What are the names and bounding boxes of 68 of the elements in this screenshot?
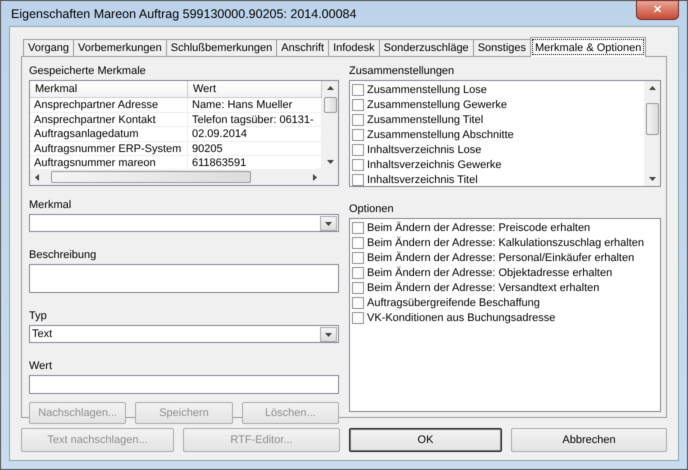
tab[interactable]: Vorgang <box>23 39 74 57</box>
input-field[interactable] <box>29 375 339 394</box>
dialog-button[interactable]: OK <box>349 428 502 452</box>
checkbox[interactable] <box>352 174 364 186</box>
checkbox[interactable] <box>352 114 364 126</box>
dropdown-arrow-icon[interactable] <box>648 175 656 182</box>
section-label: Optionen <box>349 202 395 217</box>
checkbox[interactable] <box>352 252 364 264</box>
checkbox-option[interactable]: Beim Ändern der Adresse: Personal/Einkäufer erhalten <box>352 250 658 265</box>
checkbox-option[interactable]: Zusammenstellung Gewerke <box>352 97 642 112</box>
column-header[interactable]: Wert <box>188 81 322 98</box>
dropdown-arrow-icon[interactable] <box>325 220 332 226</box>
table-cell: 02.09.2014 <box>188 127 322 142</box>
checkbox-option[interactable]: Zusammenstellung Lose <box>352 82 642 97</box>
dialog-button[interactable]: Abbrechen <box>511 428 667 452</box>
checkbox-option[interactable]: Inhaltsverzeichnis Lose <box>352 142 642 157</box>
checkbox-option[interactable]: VK-Konditionen aus Buchungsadresse <box>352 310 658 325</box>
dropdown-arrow-icon[interactable] <box>325 330 332 338</box>
table-cell: 90205 <box>188 142 322 156</box>
field-label: Merkmal <box>29 198 72 213</box>
scroll-thumb[interactable] <box>51 171 251 183</box>
field-label: Beschreibung <box>29 248 98 263</box>
checkbox-option[interactable]: Zusammenstellung Abschnitte <box>352 127 642 142</box>
checkbox-option[interactable]: Inhaltsverzeichnis Gewerke <box>352 157 642 172</box>
checkbox[interactable] <box>352 266 364 278</box>
column-header[interactable]: Merkmal <box>30 81 188 98</box>
scroll-up-icon[interactable] <box>326 85 334 92</box>
field-label: Wert <box>29 359 54 374</box>
field-label: Typ <box>29 309 48 324</box>
checkbox-option[interactable]: Beim Ändern der Adresse: Objektadresse erhalten <box>352 265 658 280</box>
checkbox[interactable] <box>352 312 364 324</box>
table-cell: Auftragsanlagedatum <box>30 127 188 142</box>
checkbox[interactable] <box>352 222 364 234</box>
dropdown-arrow-icon[interactable] <box>326 158 334 165</box>
checkbox[interactable] <box>352 282 364 294</box>
section-label: Zusammenstellungen <box>349 64 456 79</box>
table-cell: Name: Hans Mueller <box>188 98 322 112</box>
table-cell: Ansprechpartner Adresse <box>30 98 188 112</box>
table-cell: Auftragsnummer ERP-System <box>30 142 188 156</box>
vertical-scrollbar[interactable] <box>644 81 660 186</box>
scroll-thumb[interactable] <box>646 102 658 134</box>
section-label: Gespeicherte Merkmale <box>29 64 147 79</box>
scroll-right-icon[interactable] <box>311 174 318 180</box>
checkbox-option[interactable]: Beim Ändern der Adresse: Preiscode erhalten <box>352 220 658 235</box>
checkbox[interactable] <box>352 98 364 110</box>
table-cell: Ansprechpartner Kontakt <box>30 112 188 127</box>
checkbox[interactable] <box>352 158 364 170</box>
dropdown[interactable] <box>29 214 339 232</box>
checkbox-option[interactable]: Auftragsübergreifende Beschaffung <box>352 295 658 310</box>
checkbox-option[interactable]: Beim Ändern der Adresse: Versandtext erhalten <box>352 280 658 295</box>
horizontal-scrollbar[interactable] <box>30 169 322 185</box>
table-cell: Telefon tagsüber: 06131- <box>188 112 322 127</box>
scroll-up-icon[interactable] <box>648 85 656 92</box>
vertical-scrollbar[interactable] <box>322 81 338 169</box>
dropdown[interactable]: Text <box>29 325 339 343</box>
window-title: Eigenschaften Mareon Auftrag 599130000.90205: 2014.00084 <box>11 6 356 20</box>
scroll-thumb[interactable] <box>324 97 336 113</box>
tab[interactable]: Merkmale & Optionen <box>530 37 646 57</box>
checkbox[interactable] <box>352 128 364 140</box>
checkbox-option[interactable]: Zusammenstellung Titel <box>352 112 642 127</box>
checkbox[interactable] <box>352 236 364 248</box>
checkbox-option[interactable]: Inhaltsverzeichnis Titel <box>352 172 642 187</box>
checkbox[interactable] <box>352 296 364 308</box>
checkbox[interactable] <box>352 84 364 96</box>
checkbox[interactable] <box>352 144 364 156</box>
checkbox-option[interactable]: Beim Ändern der Adresse: Kalkulationszuschlag erhalten <box>352 235 658 250</box>
text-area[interactable] <box>29 264 339 293</box>
scroll-left-icon[interactable] <box>34 174 41 180</box>
